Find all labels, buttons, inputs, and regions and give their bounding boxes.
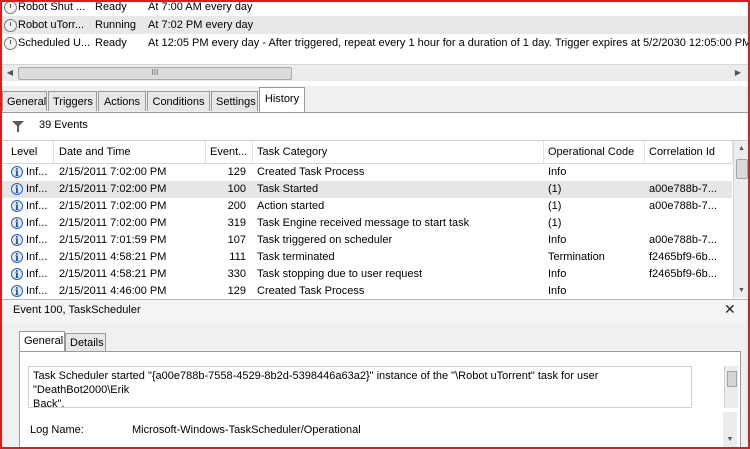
task-status: Ready xyxy=(95,1,127,13)
info-icon xyxy=(11,267,23,284)
tab-conditions[interactable]: Conditions xyxy=(147,91,210,111)
task-properties-tabs: General Triggers Actions Conditions Sett… xyxy=(2,86,748,113)
table-row[interactable]: Inf... 2/15/2011 4:46:00 PM 129 Created … xyxy=(2,283,732,298)
task-clock-icon xyxy=(4,19,17,32)
scroll-thumb[interactable] xyxy=(727,371,737,387)
column-header-correlation[interactable]: Correlation Id xyxy=(645,141,733,163)
scroll-thumb[interactable] xyxy=(736,159,748,179)
history-toolbar: 39 Events xyxy=(2,113,748,141)
task-name: Robot uTorr... xyxy=(18,19,85,31)
scroll-down-icon[interactable]: ▼ xyxy=(723,436,737,443)
info-icon xyxy=(11,199,23,216)
scroll-up-icon[interactable]: ▲ xyxy=(734,141,748,156)
tab-actions[interactable]: Actions xyxy=(98,91,146,111)
task-trigger: At 7:00 AM every day xyxy=(148,1,253,13)
table-row[interactable]: Inf... 2/15/2011 7:02:00 PM 200 Action s… xyxy=(2,198,732,216)
tab-detail-general[interactable]: General xyxy=(19,331,65,352)
scroll-left-icon[interactable]: ◀ xyxy=(2,65,18,81)
scroll-down-icon[interactable]: ▼ xyxy=(734,283,748,298)
event-message-line: Task Scheduler started "{a00e788b-7558-4… xyxy=(33,370,599,396)
task-clock-icon xyxy=(4,37,17,50)
column-header-level[interactable]: Level xyxy=(7,141,54,163)
event-detail-pane: General Details Task Scheduler started "… xyxy=(2,322,748,447)
tab-general[interactable]: General xyxy=(2,91,47,111)
info-icon xyxy=(11,216,23,233)
detail-vscrollbar[interactable]: ▼ xyxy=(723,412,737,447)
info-icon xyxy=(11,250,23,267)
task-trigger: At 7:02 PM every day xyxy=(148,19,254,31)
task-list-hscrollbar[interactable]: ◀ III ▶ xyxy=(2,64,748,81)
scroll-thumb[interactable]: III xyxy=(18,67,292,80)
task-list: Robot Shut ... Ready At 7:00 AM every da… xyxy=(2,2,748,64)
history-events-table: Level Date and Time Event... Task Catego… xyxy=(2,141,748,298)
task-row[interactable]: Robot uTorr... Running At 7:02 PM every … xyxy=(2,16,748,34)
table-row[interactable]: Inf... 2/15/2011 4:58:21 PM 330 Task sto… xyxy=(2,266,732,284)
table-header: Level Date and Time Event... Task Catego… xyxy=(2,141,733,164)
task-status: Ready xyxy=(95,37,127,49)
task-trigger: At 12:05 PM every day - After triggered,… xyxy=(148,37,750,49)
event-general-panel: Task Scheduler started "{a00e788b-7558-4… xyxy=(19,351,741,447)
task-name: Robot Shut ... xyxy=(18,1,86,13)
task-status: Running xyxy=(95,19,136,31)
log-name-label: Log Name: xyxy=(30,424,84,436)
event-detail-header: Event 100, TaskScheduler ✕ xyxy=(2,299,748,323)
events-count: 39 Events xyxy=(39,119,88,131)
task-row[interactable]: Robot Shut ... Ready At 7:00 AM every da… xyxy=(2,1,748,16)
task-clock-icon xyxy=(4,2,17,14)
task-scheduler-window: Robot Shut ... Ready At 7:00 AM every da… xyxy=(0,0,750,449)
table-row[interactable]: Inf... 2/15/2011 7:01:59 PM 107 Task tri… xyxy=(2,232,732,250)
info-icon xyxy=(11,182,23,199)
event-detail-title: Event 100, TaskScheduler xyxy=(13,304,141,316)
events-vscrollbar[interactable]: ▲ ▼ xyxy=(733,141,748,298)
task-row[interactable]: Scheduled U... Ready At 12:05 PM every d… xyxy=(2,34,748,52)
table-row[interactable]: Inf... 2/15/2011 7:02:00 PM 129 Created … xyxy=(2,164,732,182)
tab-detail-details[interactable]: Details xyxy=(65,333,106,352)
info-icon xyxy=(11,165,23,182)
table-row[interactable]: Inf... 2/15/2011 4:58:21 PM 111 Task ter… xyxy=(2,249,732,267)
log-name-value: Microsoft-Windows-TaskScheduler/Operatio… xyxy=(132,424,361,436)
info-icon xyxy=(11,233,23,250)
scroll-right-icon[interactable]: ▶ xyxy=(730,65,746,81)
filter-icon[interactable] xyxy=(12,121,24,132)
tab-history[interactable]: History xyxy=(259,87,305,112)
column-header-event[interactable]: Event... xyxy=(206,141,253,163)
column-header-opcode[interactable]: Operational Code xyxy=(544,141,645,163)
message-vscrollbar[interactable] xyxy=(724,366,738,408)
tab-triggers[interactable]: Triggers xyxy=(48,91,97,111)
column-header-category[interactable]: Task Category xyxy=(253,141,544,163)
event-message-line: Back". xyxy=(33,398,65,410)
column-header-datetime[interactable]: Date and Time xyxy=(55,141,206,163)
table-row[interactable]: Inf... 2/15/2011 7:02:00 PM 319 Task Eng… xyxy=(2,215,732,233)
event-message: Task Scheduler started "{a00e788b-7558-4… xyxy=(28,366,692,410)
info-icon xyxy=(11,284,23,298)
table-row[interactable]: Inf... 2/15/2011 7:02:00 PM 100 Task Sta… xyxy=(2,181,732,199)
close-icon[interactable]: ✕ xyxy=(724,301,736,318)
task-name: Scheduled U... xyxy=(18,37,91,49)
tab-settings[interactable]: Settings xyxy=(211,91,258,111)
